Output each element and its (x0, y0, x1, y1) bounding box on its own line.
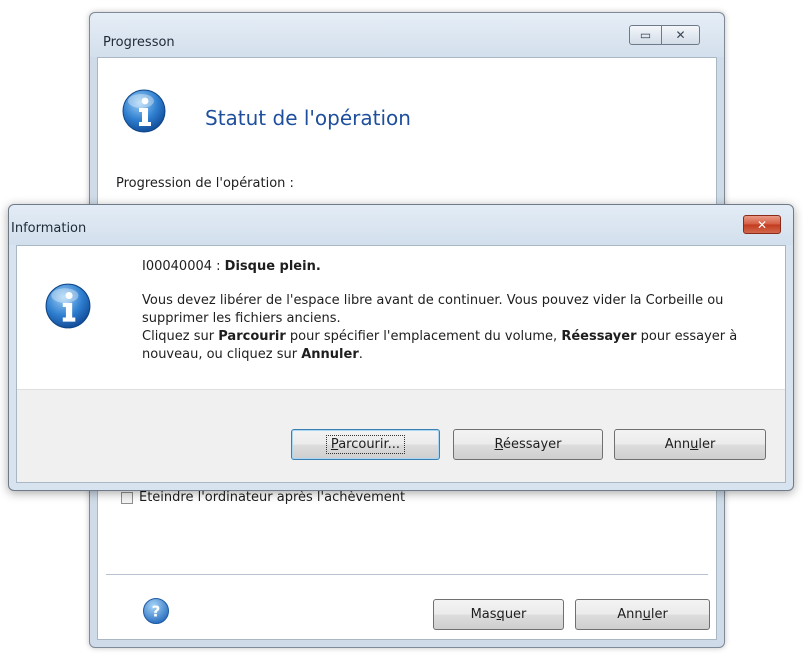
close-icon: ✕ (756, 217, 768, 232)
progress-window-title: Progresson (103, 35, 175, 50)
svg-text:?: ? (152, 603, 161, 621)
progress-window-titlebar[interactable]: Progresson ▭ ✕ (90, 13, 724, 57)
background-cancel-button[interactable]: Annuler (575, 599, 710, 630)
minimize-icon: ▭ (639, 28, 652, 42)
cancel-button-label: Annuler (664, 437, 716, 452)
error-code-line: I00040004 : Disque plein. (142, 259, 321, 274)
shutdown-checkbox[interactable] (121, 491, 133, 504)
info-icon (122, 89, 166, 133)
shutdown-option[interactable]: Eteindre l'ordinateur après l'achèvement (121, 490, 405, 505)
progress-window-footer: ? Masquer Annuler (106, 574, 710, 631)
hide-button-label: Masquer (470, 607, 527, 622)
minimize-button[interactable]: ▭ (629, 25, 662, 45)
dialog-body: I00040004 : Disque plein. Vous devez lib… (16, 245, 786, 483)
caption-buttons: ▭ ✕ (629, 25, 700, 45)
browse-button-label: Parcourir... (325, 435, 406, 454)
close-button[interactable]: ✕ (662, 25, 700, 45)
operation-status-heading: Statut de l'opération (205, 106, 411, 130)
background-cancel-label: Annuler (617, 607, 668, 622)
hide-button[interactable]: Masquer (433, 599, 564, 630)
message-paragraph-2: Cliquez sur Parcourir pour spécifier l'e… (142, 329, 738, 362)
retry-button[interactable]: Réessayer (453, 429, 603, 460)
help-icon[interactable]: ? (142, 597, 170, 625)
info-icon (45, 283, 91, 329)
browse-button[interactable]: Parcourir... (291, 429, 440, 460)
retry-button-label: Réessayer (494, 437, 562, 452)
shutdown-checkbox-label: Eteindre l'ordinateur après l'achèvement (139, 490, 406, 505)
close-icon: ✕ (675, 28, 686, 42)
dialog-message: I00040004 : Disque plein. Vous devez lib… (142, 258, 772, 364)
dialog-title: Information (11, 221, 87, 236)
message-paragraph-1: Vous devez libérer de l'espace libre ava… (142, 293, 724, 326)
operation-progress-label: Progression de l'opération : (116, 176, 294, 191)
cancel-button[interactable]: Annuler (614, 429, 766, 460)
dialog-titlebar[interactable]: Information ✕ (9, 205, 793, 245)
dialog-close-button[interactable]: ✕ (743, 215, 781, 234)
dialog-button-bar: Parcourir... Réessayer Annuler (17, 389, 785, 482)
information-dialog: Information ✕ I00040004 : Disque plein. … (8, 204, 794, 491)
